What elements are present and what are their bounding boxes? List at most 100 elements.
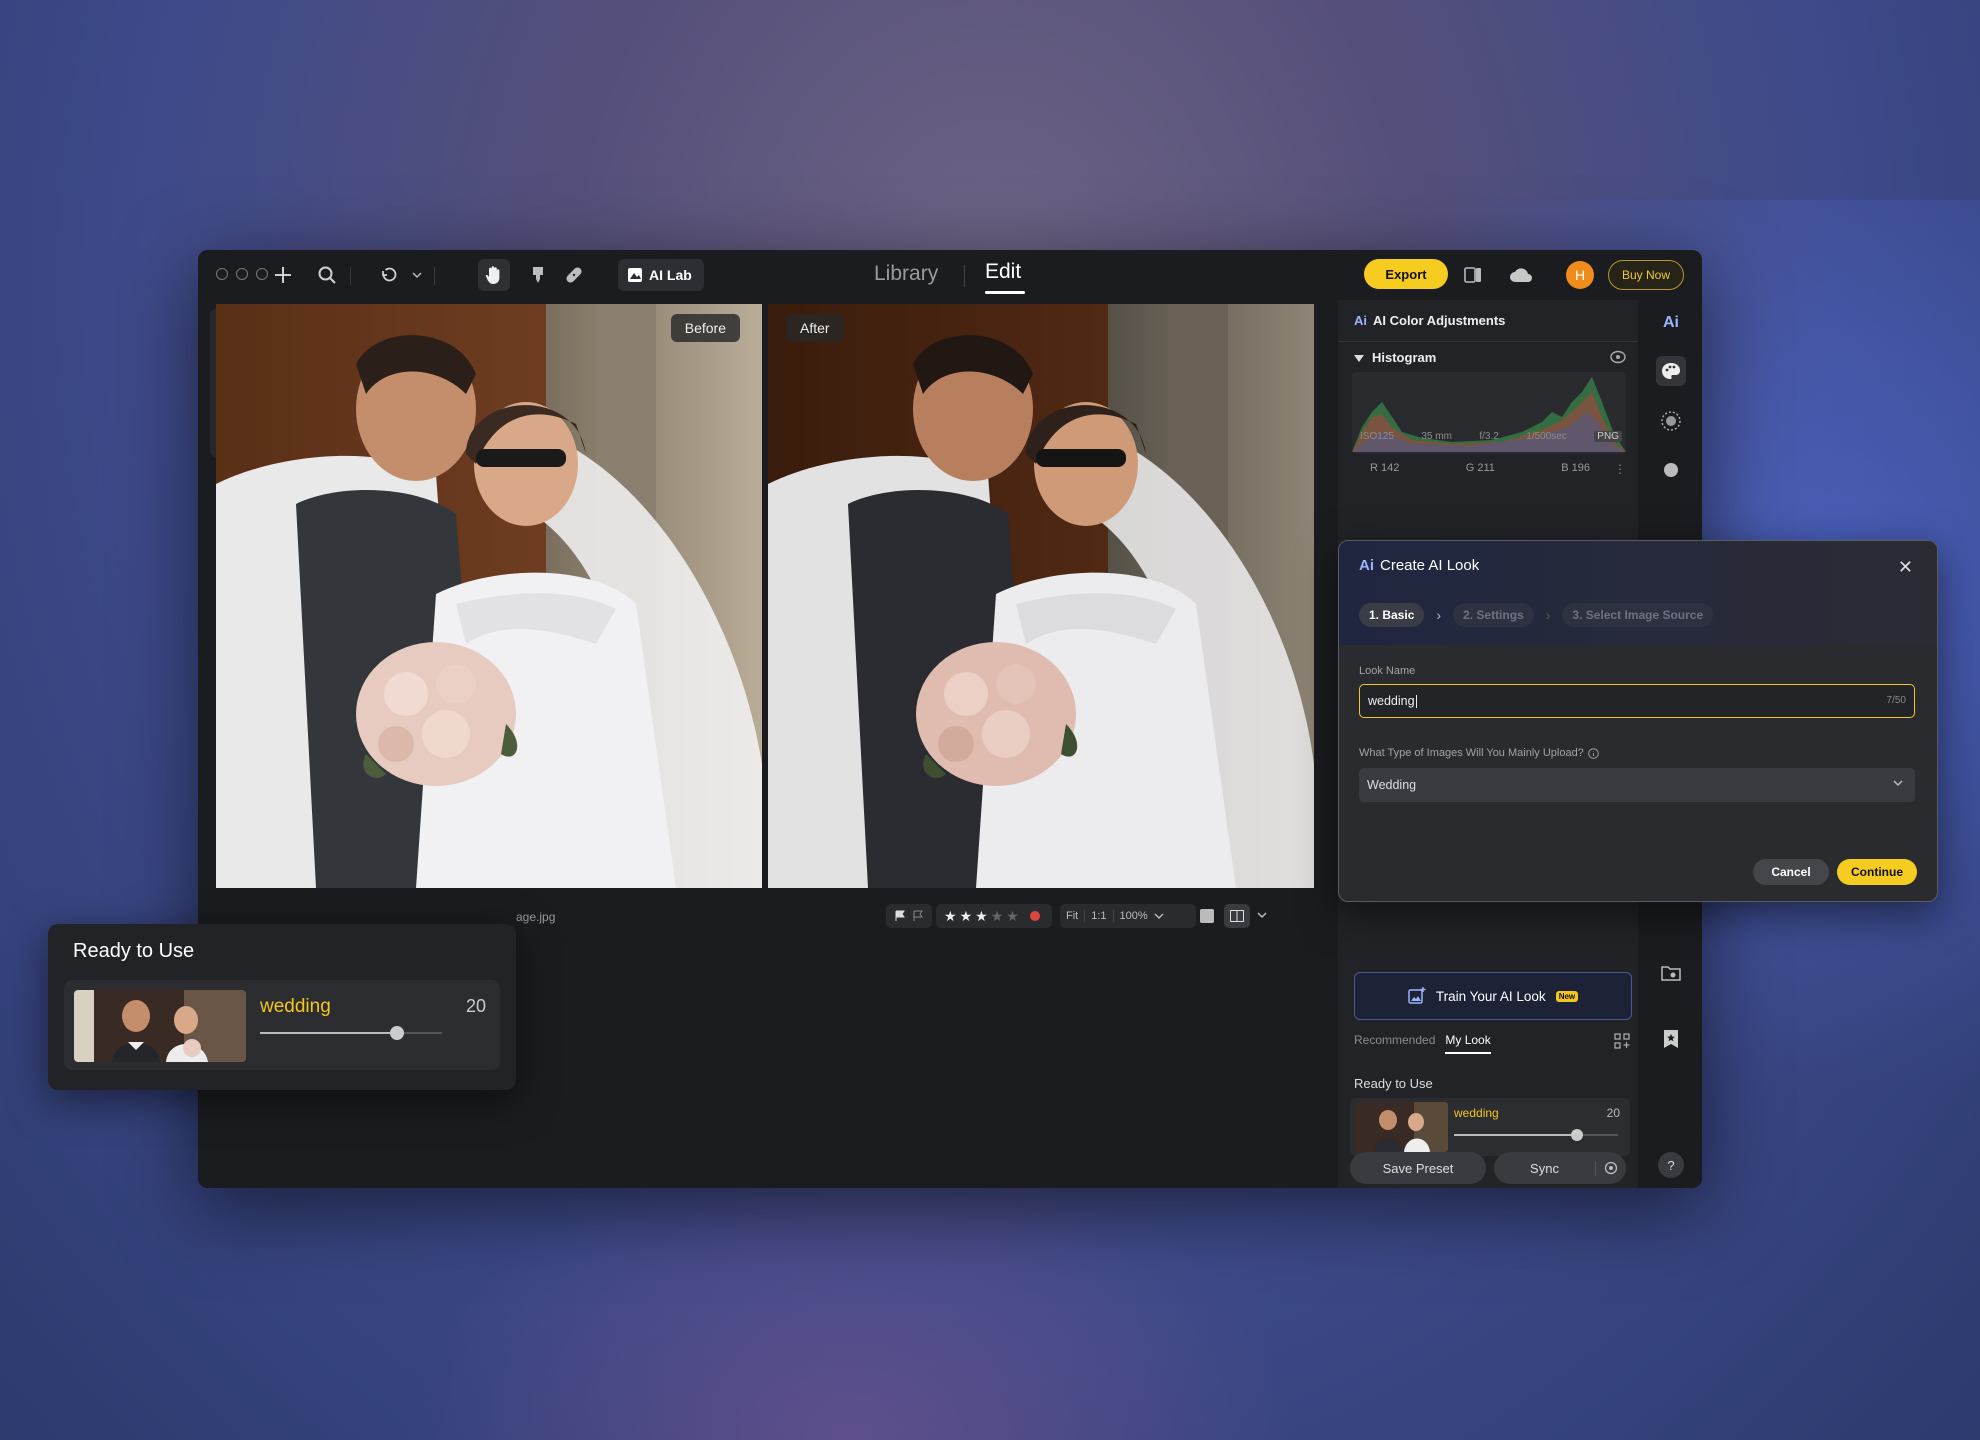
maximize-window-button[interactable] (256, 268, 268, 280)
flag-controls (886, 904, 932, 928)
continue-button[interactable]: Continue (1837, 859, 1917, 885)
help-button[interactable]: ? (1658, 1152, 1684, 1178)
create-ai-look-dialog: Ai Create AI Look ✕ 1. Basic › 2. Settin… (1338, 540, 1938, 902)
info-icon[interactable] (1588, 747, 1599, 759)
chevron-right-icon: › (1436, 607, 1442, 623)
grain-icon[interactable] (1656, 406, 1686, 436)
add-grid-icon[interactable] (1614, 1033, 1630, 1054)
export-button[interactable]: Export (1364, 259, 1448, 289)
brush-icon[interactable] (525, 262, 551, 288)
preset-name: wedding (260, 996, 331, 1017)
blue-value: B 196 (1561, 462, 1590, 474)
slider-fill (1454, 1134, 1577, 1136)
folder-eye-icon[interactable] (1656, 958, 1686, 988)
nav-library[interactable]: Library (874, 262, 938, 286)
star-icon[interactable]: ★ (975, 908, 988, 925)
preset-card-wedding-large[interactable]: wedding 20 (64, 980, 500, 1070)
portrait-icon[interactable] (1656, 456, 1686, 486)
star-icon[interactable]: ★ (991, 908, 1004, 925)
ai-logo-icon: Ai (1359, 557, 1374, 574)
star-icon[interactable]: ★ (960, 908, 973, 925)
preset-value: 20 (1606, 1106, 1620, 1120)
preset-name: wedding (1454, 1106, 1499, 1120)
chevron-down-icon[interactable] (404, 262, 430, 288)
image-type-select[interactable]: Wedding (1359, 768, 1915, 802)
sync-settings-icon[interactable] (1596, 1161, 1626, 1175)
one-to-one-button[interactable]: 1:1 (1085, 910, 1114, 922)
flag-icon[interactable] (894, 910, 906, 922)
preset-strength-slider[interactable] (260, 1026, 442, 1040)
look-name-value: wedding (1368, 694, 1415, 708)
image-type-label-row: What Type of Images Will You Mainly Uplo… (1359, 747, 1599, 759)
star-rating[interactable]: ★ ★ ★ ★ ★ (936, 904, 1052, 928)
palette-icon[interactable] (1656, 356, 1686, 386)
look-tabs: Recommended My Look (1354, 1033, 1491, 1054)
healing-bandage-icon[interactable] (561, 262, 587, 288)
slider-knob[interactable] (1571, 1129, 1583, 1141)
triangle-down-icon (1354, 354, 1364, 362)
image-type-value: Wedding (1367, 778, 1417, 792)
exif-aperture: f/3.2 (1479, 431, 1499, 442)
zoom-select[interactable]: 100% (1114, 910, 1154, 922)
reject-flag-icon[interactable] (912, 910, 924, 922)
bookmark-star-icon[interactable] (1656, 1024, 1686, 1054)
cloud-icon[interactable] (1508, 262, 1534, 288)
ready-to-use-title: Ready to Use (73, 940, 195, 962)
preset-strength-slider[interactable] (1454, 1129, 1618, 1141)
toolbar-divider (434, 267, 435, 285)
cancel-button[interactable]: Cancel (1753, 859, 1829, 885)
before-photo[interactable]: Before (216, 304, 762, 888)
buy-now-button[interactable]: Buy Now (1608, 260, 1684, 290)
ai-lab-button[interactable]: AI Lab (618, 259, 704, 291)
tab-recommended[interactable]: Recommended (1354, 1033, 1435, 1054)
nav-edit[interactable]: Edit (985, 260, 1021, 284)
star-icon[interactable]: ★ (944, 908, 957, 925)
step-settings[interactable]: 2. Settings (1453, 603, 1534, 627)
slider-knob[interactable] (389, 1026, 404, 1040)
rgb-readout: R 142 G 211 B 196 (1370, 462, 1590, 474)
hand-icon (485, 266, 500, 284)
hand-tool-button[interactable] (478, 259, 510, 291)
step-select-image-source[interactable]: 3. Select Image Source (1562, 603, 1714, 627)
more-vertical-icon[interactable]: ⋮ (1614, 462, 1626, 476)
preset-card-wedding[interactable]: wedding 20 (1350, 1098, 1630, 1156)
dialog-title-row: Ai Create AI Look (1359, 557, 1479, 574)
train-ai-look-label: Train Your AI Look (1435, 988, 1546, 1004)
undo-icon[interactable] (376, 262, 402, 288)
star-icon[interactable]: ★ (1006, 908, 1019, 925)
user-avatar[interactable]: H (1566, 261, 1594, 289)
red-value: R 142 (1370, 462, 1400, 474)
after-photo[interactable]: After (768, 304, 1314, 888)
minimize-window-button[interactable] (236, 268, 248, 280)
fit-button[interactable]: Fit (1060, 910, 1086, 922)
close-window-button[interactable] (216, 268, 228, 280)
filename: age.jpg (516, 910, 556, 924)
step-basic[interactable]: 1. Basic (1359, 603, 1425, 627)
look-name-input[interactable]: wedding 7/50 (1359, 684, 1915, 718)
dialog-title: Create AI Look (1380, 557, 1480, 574)
window-controls (216, 268, 268, 280)
sync-button[interactable]: Sync (1494, 1152, 1626, 1184)
share-panel-icon[interactable] (1460, 262, 1486, 288)
new-badge: New (1555, 990, 1579, 1002)
ai-icon[interactable]: Ai (1656, 308, 1686, 338)
panel-header-title: AI Color Adjustments (1373, 313, 1506, 328)
chevron-down-icon[interactable] (1154, 911, 1164, 921)
color-label-red-icon[interactable] (1029, 911, 1040, 921)
stepper: 1. Basic › 2. Settings › 3. Select Image… (1359, 603, 1714, 627)
histogram-toggle[interactable]: Histogram (1354, 350, 1436, 365)
tab-my-look[interactable]: My Look (1445, 1033, 1491, 1054)
char-counter: 7/50 (1886, 695, 1906, 706)
search-icon[interactable] (314, 262, 340, 288)
compare-view-icon[interactable] (1224, 904, 1250, 928)
exif-focal: 35 mm (1421, 431, 1452, 442)
train-ai-look-button[interactable]: Train Your AI Look New (1354, 972, 1632, 1020)
ai-logo-icon: Ai (1354, 313, 1367, 328)
close-icon[interactable]: ✕ (1898, 557, 1913, 578)
slider-fill (260, 1032, 397, 1034)
eye-icon[interactable] (1610, 350, 1626, 369)
single-view-icon[interactable] (1200, 909, 1214, 923)
add-icon[interactable] (270, 262, 296, 288)
chevron-down-icon[interactable] (1256, 908, 1268, 926)
save-preset-button[interactable]: Save Preset (1350, 1152, 1486, 1184)
